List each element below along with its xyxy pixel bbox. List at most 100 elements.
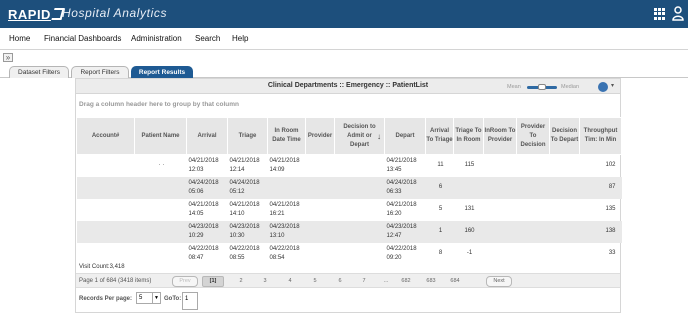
next-page-button[interactable]: Next <box>486 276 512 287</box>
cell-account <box>77 243 135 265</box>
col-depart[interactable]: Depart <box>384 117 426 155</box>
logo-text: RAPID <box>8 6 51 22</box>
cell-inroom: 04/22/2018 08:54 <box>269 245 300 261</box>
page-682-button[interactable]: 682 <box>398 278 414 284</box>
cell-patient: · · <box>158 162 165 169</box>
cell-account <box>76 220 135 243</box>
tab-report-results[interactable]: Report Results <box>131 66 193 78</box>
cell-arrival: 04/22/2018 08:47 <box>188 245 219 261</box>
cell-i2p <box>483 176 517 199</box>
col-provider[interactable]: Provider <box>305 117 335 155</box>
table-row[interactable]: 04/23/2018 10:29 04/23/2018 10:30 04/23/20… <box>76 220 622 243</box>
cell-provider <box>306 155 335 177</box>
col-inroom-to-provider[interactable]: InRoom To Provider <box>483 117 517 155</box>
results-panel: Clinical Departments :: Emergency :: Pat… <box>75 78 622 313</box>
cell-p2d <box>516 176 550 199</box>
cell-i2p <box>483 220 517 243</box>
cell-d2d <box>550 199 580 221</box>
cell-a2t: 1 <box>425 220 454 243</box>
records-per-page-label: Records Per page: <box>79 296 133 302</box>
col-decision-to-depart[interactable]: Decision To Depart <box>549 117 580 155</box>
patient-grid: Account# Patient Name Arrival Triage In … <box>76 117 622 265</box>
cell-depart: 04/21/2018 13:45 <box>386 157 417 173</box>
user-icon[interactable] <box>672 6 684 21</box>
col-account[interactable]: Account# <box>76 117 135 155</box>
chevron-down-icon[interactable]: ▾ <box>611 82 614 89</box>
page-5-button[interactable]: 5 <box>307 278 323 284</box>
menu-search[interactable]: Search <box>195 34 220 43</box>
cell-p2d <box>517 243 550 265</box>
records-per-page-select[interactable]: 5 ▼ <box>136 292 161 304</box>
page-684-button[interactable]: 684 <box>447 278 463 284</box>
grid-header-row: Account# Patient Name Arrival Triage In … <box>76 117 622 155</box>
cell-patient <box>134 220 187 243</box>
table-row[interactable]: 04/24/2018 05:06 04/24/2018 05:12 04/24/20… <box>76 176 622 199</box>
page-3-button[interactable]: 3 <box>257 278 273 284</box>
table-row[interactable]: 04/22/2018 08:47 04/22/2018 08:55 04/22/20… <box>77 243 622 265</box>
page-7-button[interactable]: 7 <box>356 278 372 284</box>
page-683-button[interactable]: 683 <box>423 278 439 284</box>
col-arrival[interactable]: Arrival <box>186 117 228 155</box>
cell-decision <box>335 243 385 265</box>
page-2-button[interactable]: 2 <box>233 278 249 284</box>
chevron-down-icon[interactable]: ▼ <box>152 293 160 303</box>
cell-decision <box>334 176 385 199</box>
collapse-panel-button[interactable]: » <box>3 53 13 62</box>
col-arrival-to-triage[interactable]: Arrival To Triage <box>425 117 454 155</box>
app-title: Hospital Analytics <box>62 6 168 20</box>
cell-depart: 04/24/2018 06:33 <box>384 176 426 199</box>
menu-help[interactable]: Help <box>232 34 248 43</box>
cell-p2d <box>517 155 550 177</box>
apps-grid-icon[interactable] <box>654 8 666 20</box>
cell-arrival: 04/23/2018 10:29 <box>186 220 228 243</box>
rapid-logo[interactable]: RAPID <box>8 5 65 23</box>
pager-info: Page 1 of 684 (3418 items) <box>79 278 152 284</box>
table-row[interactable]: · · 04/21/2018 12:03 04/21/2018 12:14 04/21… <box>77 155 622 177</box>
menu-financial-dashboards[interactable]: Financial Dashboards <box>44 34 121 43</box>
goto-page-input[interactable]: 1 <box>182 292 198 310</box>
sort-down-icon[interactable]: ↓ <box>377 132 381 141</box>
page-4-button[interactable]: 4 <box>282 278 298 284</box>
page-ellipsis: ... <box>383 278 389 284</box>
cell-a2t: 8 <box>438 250 443 256</box>
col-triage-to-in-room[interactable]: Triage To In Room <box>453 117 484 155</box>
col-in-room-date-time[interactable]: In Room Date Time <box>267 117 306 155</box>
cell-account <box>77 199 135 221</box>
cell-triage: 04/22/2018 08:55 <box>229 245 260 261</box>
page-1-button[interactable]: [1] <box>202 276 224 287</box>
panel-header: Clinical Departments :: Emergency :: Pat… <box>76 79 620 94</box>
cell-patient <box>135 199 187 221</box>
goto-label: GoTo: <box>164 296 182 302</box>
cell-decision <box>335 199 385 221</box>
cell-arrival: 04/21/2018 12:03 <box>188 157 219 173</box>
prev-page-button[interactable]: Prev <box>172 276 198 287</box>
page-6-button[interactable]: 6 <box>332 278 348 284</box>
table-row[interactable]: 04/21/2018 14:05 04/21/2018 14:10 04/21/20… <box>77 199 622 221</box>
cell-d2d <box>550 155 580 177</box>
col-provider-to-decision[interactable]: Provider To Decision <box>516 117 550 155</box>
col-patient-name[interactable]: Patient Name <box>134 117 187 155</box>
col-decision[interactable]: Decision to Admit or Depart ↓ <box>334 117 385 155</box>
toggle-knob[interactable] <box>538 84 546 90</box>
cell-arrival: 04/21/2018 14:05 <box>188 201 219 217</box>
cell-i2p <box>484 155 517 177</box>
visit-count: Visit Count:3,418 <box>79 264 125 270</box>
menu-home[interactable]: Home <box>9 34 30 43</box>
cell-i2p <box>484 243 517 265</box>
menu-administration[interactable]: Administration <box>131 34 182 43</box>
cell-provider <box>305 220 335 243</box>
report-tabs: Dataset Filters Report Filters Report Re… <box>0 66 688 78</box>
gear-icon[interactable] <box>598 82 608 92</box>
tab-dataset-filters[interactable]: Dataset Filters <box>9 66 69 78</box>
cell-a2t: 11 <box>437 162 444 169</box>
cell-account <box>76 176 135 199</box>
col-throughput-time[interactable]: Throughput Tim: In Min <box>579 117 622 155</box>
tab-report-filters[interactable]: Report Filters <box>71 66 129 78</box>
cell-depart: 04/22/2018 09:20 <box>386 245 417 261</box>
pager-bar: Page 1 of 684 (3418 items) Prev [1] 2 3 … <box>76 273 620 288</box>
cell-inroom: 04/23/2018 13:10 <box>267 220 306 243</box>
cell-triage: 04/21/2018 14:10 <box>229 201 260 217</box>
col-triage[interactable]: Triage <box>227 117 268 155</box>
cell-decision <box>335 155 385 177</box>
cell-patient <box>135 243 187 265</box>
